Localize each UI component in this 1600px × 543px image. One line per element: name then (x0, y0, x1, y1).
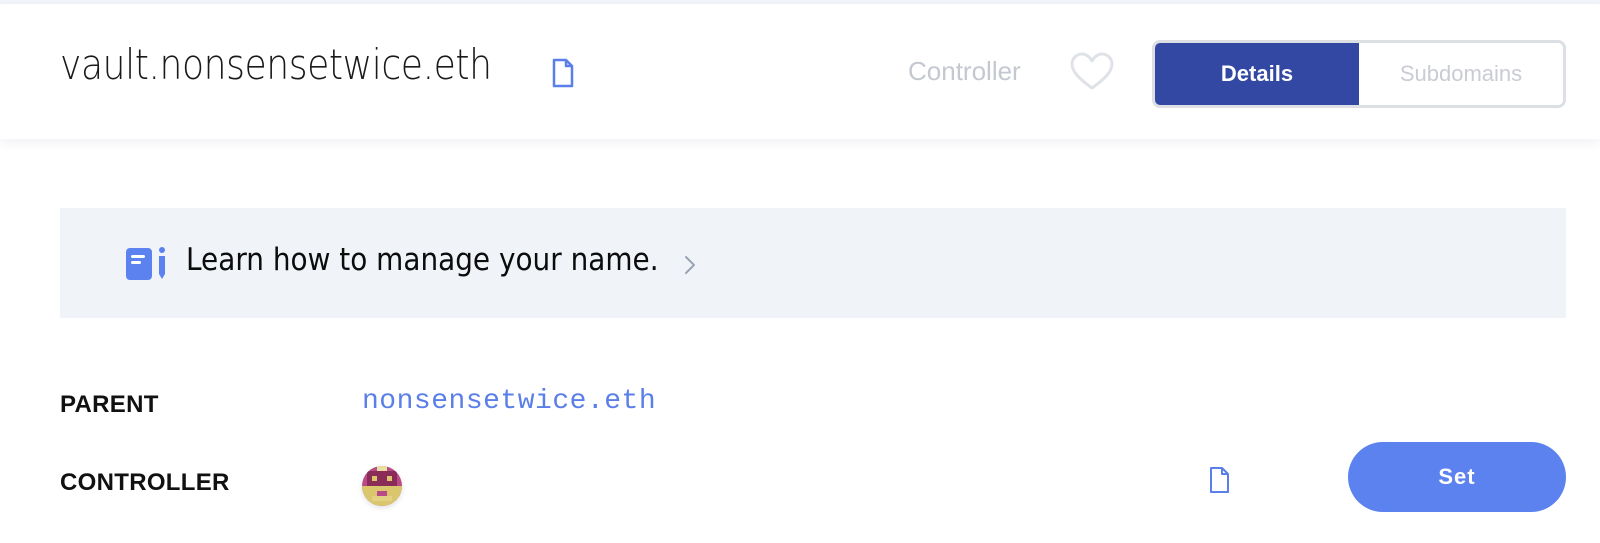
parent-link[interactable]: nonsensetwice.eth (362, 386, 656, 417)
view-tabs: Details Subdomains (1152, 40, 1566, 108)
domain-header: vault.nonsensetwice.eth Controller Detai… (0, 4, 1600, 139)
set-controller-button[interactable]: Set (1348, 442, 1566, 512)
controller-label: CONTROLLER (60, 469, 230, 496)
chevron-right-icon (685, 256, 695, 274)
heart-icon[interactable] (1070, 52, 1114, 92)
controller-tag: Controller (908, 56, 1021, 86)
banner-text: Learn how to manage your name. (186, 242, 659, 278)
copy-icon[interactable] (1208, 466, 1232, 494)
parent-label: PARENT (60, 391, 159, 418)
copy-icon[interactable] (550, 58, 576, 88)
tab-subdomains[interactable]: Subdomains (1359, 43, 1563, 105)
manage-name-banner[interactable]: Learn how to manage your name. (60, 208, 1566, 318)
avatar (362, 466, 402, 506)
domain-title: vault.nonsensetwice.eth (60, 40, 492, 89)
tab-details[interactable]: Details (1155, 43, 1359, 105)
book-icon (126, 247, 165, 280)
